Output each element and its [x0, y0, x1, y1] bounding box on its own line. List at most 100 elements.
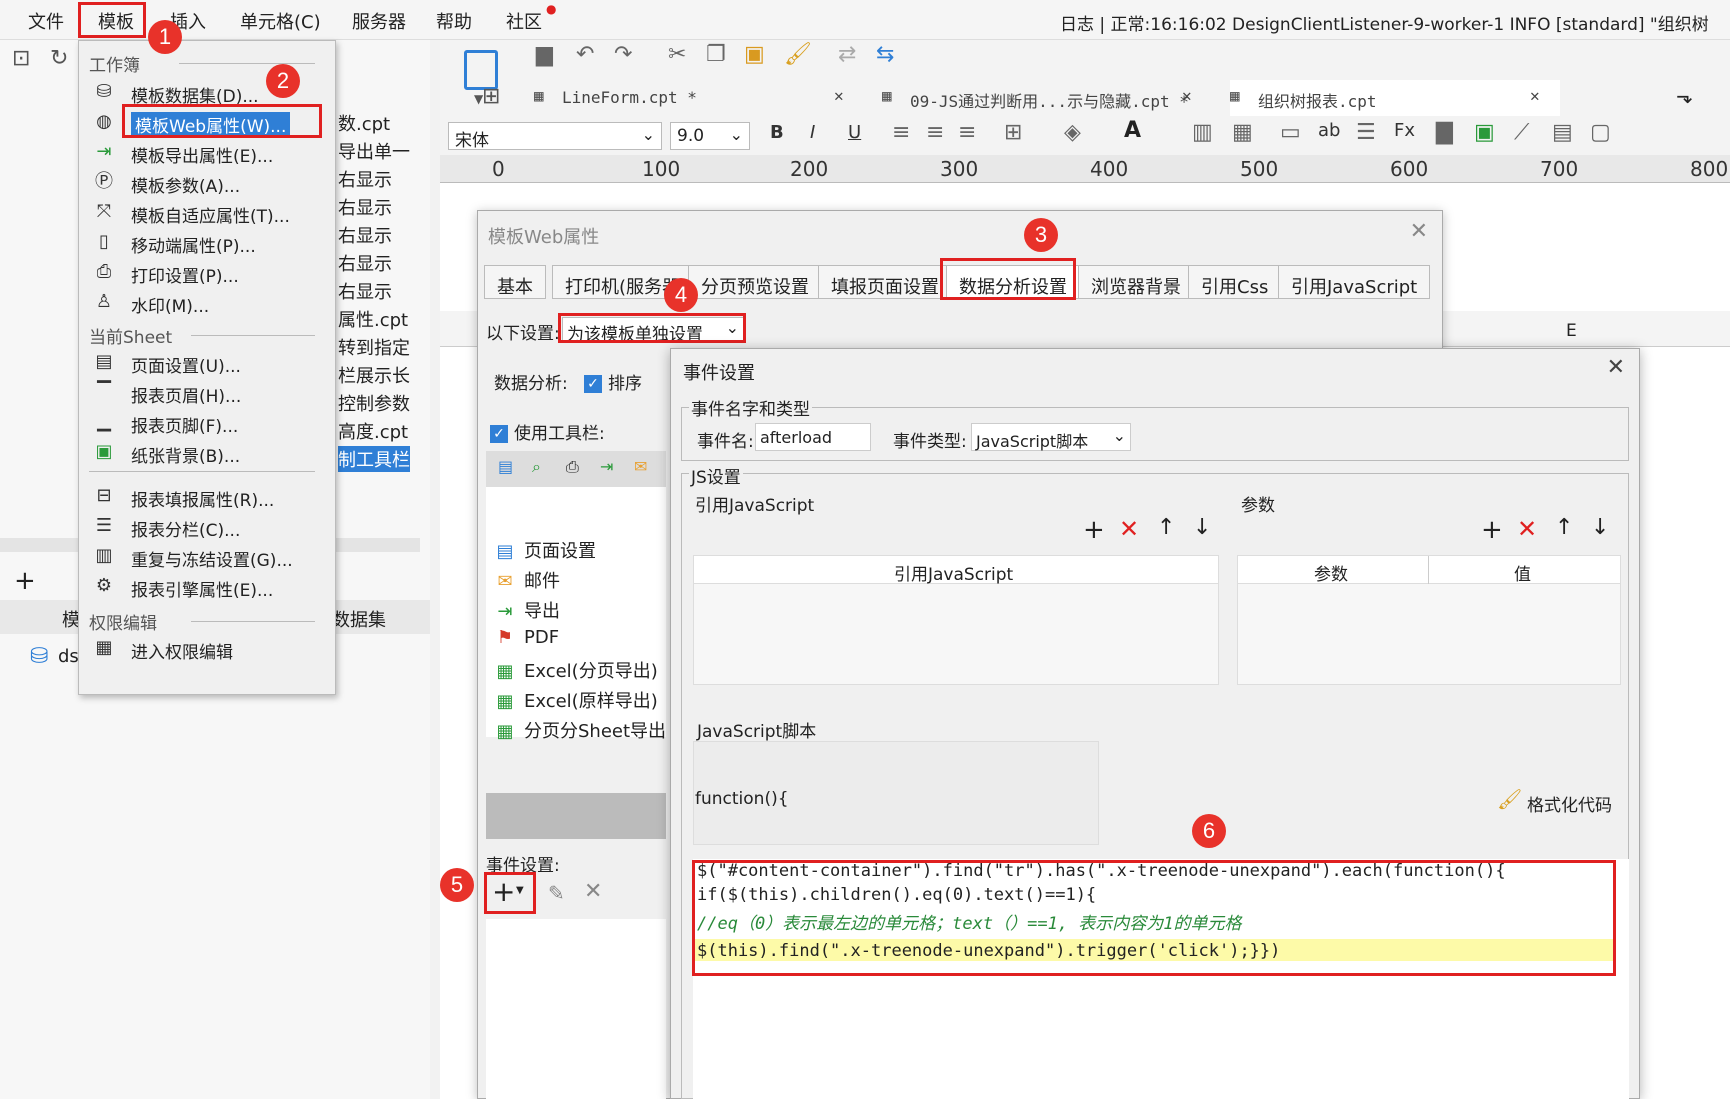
menu-report-footer[interactable]: ▁ 报表页脚(F)... — [79, 407, 335, 437]
file-item-selected[interactable]: 制工具栏 — [338, 446, 410, 472]
menu-watermark[interactable]: ♙ 水印(M)... — [79, 287, 335, 317]
refresh-icon[interactable]: ↻ — [50, 46, 68, 71]
file-item[interactable]: 高度.cpt — [338, 418, 408, 444]
sort-checkbox[interactable]: ✓ 排序 — [584, 369, 642, 394]
tab-org-tree[interactable]: ▦ 组织树报表.cpt ✕ — [1230, 80, 1560, 116]
italic-icon[interactable]: I — [810, 122, 815, 143]
close-icon[interactable]: ✕ — [1410, 219, 1428, 244]
tab-browser-bg[interactable]: 浏览器背景 — [1078, 265, 1194, 299]
item-excel-original[interactable]: ▦ Excel(原样导出) — [494, 687, 657, 713]
file-item[interactable]: 导出单一 — [338, 138, 410, 164]
menu-paper-background[interactable]: ▣ 纸张背景(B)... — [79, 437, 335, 467]
file-item[interactable]: 右显示 — [338, 278, 392, 304]
undo-icon[interactable]: ↶ — [576, 42, 594, 67]
slash-icon[interactable]: ⟋ — [1514, 120, 1529, 145]
fill-color-icon[interactable]: ◈ — [1064, 120, 1081, 145]
file-item[interactable]: 右显示 — [338, 194, 392, 220]
redo-icon[interactable]: ↷ — [614, 42, 632, 67]
menu-fill-attr[interactable]: ⊟ 报表填报属性(R)... — [79, 481, 335, 511]
arrow-up-icon[interactable]: ↑ — [1157, 515, 1175, 540]
menu-permission-edit[interactable]: ▦ 进入权限编辑 — [79, 633, 335, 663]
font-color-icon[interactable]: A — [1124, 118, 1141, 143]
align-left-icon[interactable]: ≡ — [892, 120, 910, 145]
item-page-setup[interactable]: ▤ 页面设置 — [494, 537, 596, 563]
font-size-select[interactable]: 9.0 ⌄ — [670, 122, 750, 150]
text-icon[interactable]: ▭ — [1280, 120, 1301, 145]
add-icon[interactable]: + — [1083, 515, 1105, 545]
param-down-icon[interactable]: ↓ — [1591, 515, 1609, 540]
event-type-select[interactable]: JavaScript脚本 ⌄ — [971, 423, 1131, 451]
file-item[interactable]: 右显示 — [338, 222, 392, 248]
item-export[interactable]: ⇥ 导出 — [494, 597, 560, 623]
item-excel-sheet[interactable]: ▦ 分页分Sheet导出 — [494, 717, 666, 743]
menu-server[interactable]: 服务器 — [352, 8, 406, 34]
menu-page-setup[interactable]: ▤ 页面设置(U)... — [79, 347, 335, 377]
delete-icon[interactable]: ✕ — [584, 879, 602, 904]
tab-ref-js[interactable]: 引用JavaScript — [1278, 265, 1431, 299]
tab-js-file[interactable]: ▦ 09-JS通过判断用...示与隐藏.cpt * ✕ — [882, 80, 1212, 116]
menu-report-header[interactable]: ▔ 报表页眉(H)... — [79, 377, 335, 407]
item-excel-paged[interactable]: ▦ Excel(分页导出) — [494, 657, 657, 683]
file-item[interactable]: 右显示 — [338, 166, 392, 192]
menu-columns[interactable]: ☰ 报表分栏(C)... — [79, 511, 335, 541]
format-code-button[interactable]: 格式化代码 — [1527, 791, 1612, 816]
brush-icon[interactable]: 🖌 — [1497, 787, 1522, 811]
menu-file[interactable]: 文件 — [28, 8, 64, 34]
wrap-icon[interactable]: ab — [1318, 120, 1340, 141]
menu-engine-attr[interactable]: ⚙ 报表引擎属性(E)... — [79, 571, 335, 601]
menu-mobile-attr[interactable]: ▯ 移动端属性(P)... — [79, 227, 335, 257]
cut-icon[interactable]: ✂ — [668, 42, 686, 67]
frame-icon[interactable]: ▢ — [1590, 120, 1611, 145]
format-brush-icon[interactable]: 🖌 — [784, 42, 812, 67]
file-item[interactable]: 栏展示长 — [338, 362, 410, 388]
unmerge-icon[interactable]: ▦ — [1232, 120, 1253, 145]
export-icon[interactable]: ⇥ — [600, 457, 613, 476]
merge-icon[interactable]: ▥ — [1192, 120, 1213, 145]
item-pdf[interactable]: ⚑ PDF — [494, 627, 559, 648]
add-tab-icon[interactable]: ⊞ — [482, 84, 500, 109]
menu-export-attr[interactable]: ⇥ 模板导出属性(E)... — [79, 137, 335, 167]
border-icon[interactable]: ⊞ — [1004, 120, 1022, 145]
tab-paging-preview[interactable]: 分页预览设置 — [688, 265, 822, 299]
tab-lineform[interactable]: ▦ LineForm.cpt * ✕ — [534, 80, 864, 116]
printer-icon[interactable]: ⎙ — [566, 457, 579, 477]
menu-help[interactable]: 帮助 — [436, 8, 472, 34]
file-item[interactable]: 右显示 — [338, 250, 392, 276]
delete-icon[interactable]: ✕ — [1119, 515, 1139, 543]
font-name-select[interactable]: 宋体 ⌄ — [448, 122, 662, 151]
tab-fill-page[interactable]: 填报页面设置 — [818, 265, 952, 299]
add-param-icon[interactable]: + — [1481, 515, 1503, 545]
file-item[interactable]: 数.cpt — [338, 110, 390, 136]
tab-basic[interactable]: 基本 — [484, 265, 546, 299]
file-item[interactable]: 控制参数 — [338, 390, 410, 416]
sync-icon[interactable]: ⇄ — [838, 42, 856, 67]
ref-js-table[interactable]: 引用JavaScript — [693, 555, 1219, 685]
close-icon[interactable]: ✕ — [1607, 355, 1625, 380]
new-folder-icon[interactable]: ⊡ — [12, 46, 30, 71]
image-icon[interactable]: ▣ — [1474, 120, 1495, 145]
params-table[interactable]: 参数 值 — [1237, 555, 1621, 685]
paste-icon[interactable]: ▣ — [744, 42, 765, 67]
arrow-down-icon[interactable]: ↓ — [1193, 515, 1211, 540]
mail-icon[interactable]: ✉ — [634, 457, 647, 476]
list-icon[interactable]: ☰ — [1356, 120, 1376, 145]
menu-print-settings[interactable]: ⎙ 打印设置(P)... — [79, 257, 335, 287]
file-item[interactable]: 转到指定 — [338, 334, 410, 360]
event-name-input[interactable]: afterload — [755, 423, 871, 451]
menu-cell[interactable]: 单元格(C) — [240, 8, 321, 34]
swap-icon[interactable]: ⇆ — [876, 42, 894, 67]
search-icon[interactable]: ⌕ — [532, 457, 541, 477]
event-list[interactable] — [486, 919, 666, 1099]
delete-param-icon[interactable]: ✕ — [1517, 515, 1537, 543]
page-icon[interactable]: ▤ — [498, 457, 513, 476]
column-header-e[interactable]: E — [1566, 321, 1577, 341]
add-dataset-icon[interactable]: + — [14, 566, 36, 596]
copy-icon[interactable]: ❐ — [706, 42, 726, 67]
param-up-icon[interactable]: ↑ — [1555, 515, 1573, 540]
align-right-icon[interactable]: ≡ — [958, 120, 976, 145]
file-item[interactable]: 属性.cpt — [338, 306, 408, 332]
chart-icon[interactable]: ▇ — [1436, 120, 1453, 145]
tab-ref-css[interactable]: 引用Css — [1188, 265, 1282, 299]
toolbar-checkbox[interactable]: ✓ 使用工具栏: — [490, 419, 605, 444]
menu-community[interactable]: 社区 — [506, 8, 542, 34]
